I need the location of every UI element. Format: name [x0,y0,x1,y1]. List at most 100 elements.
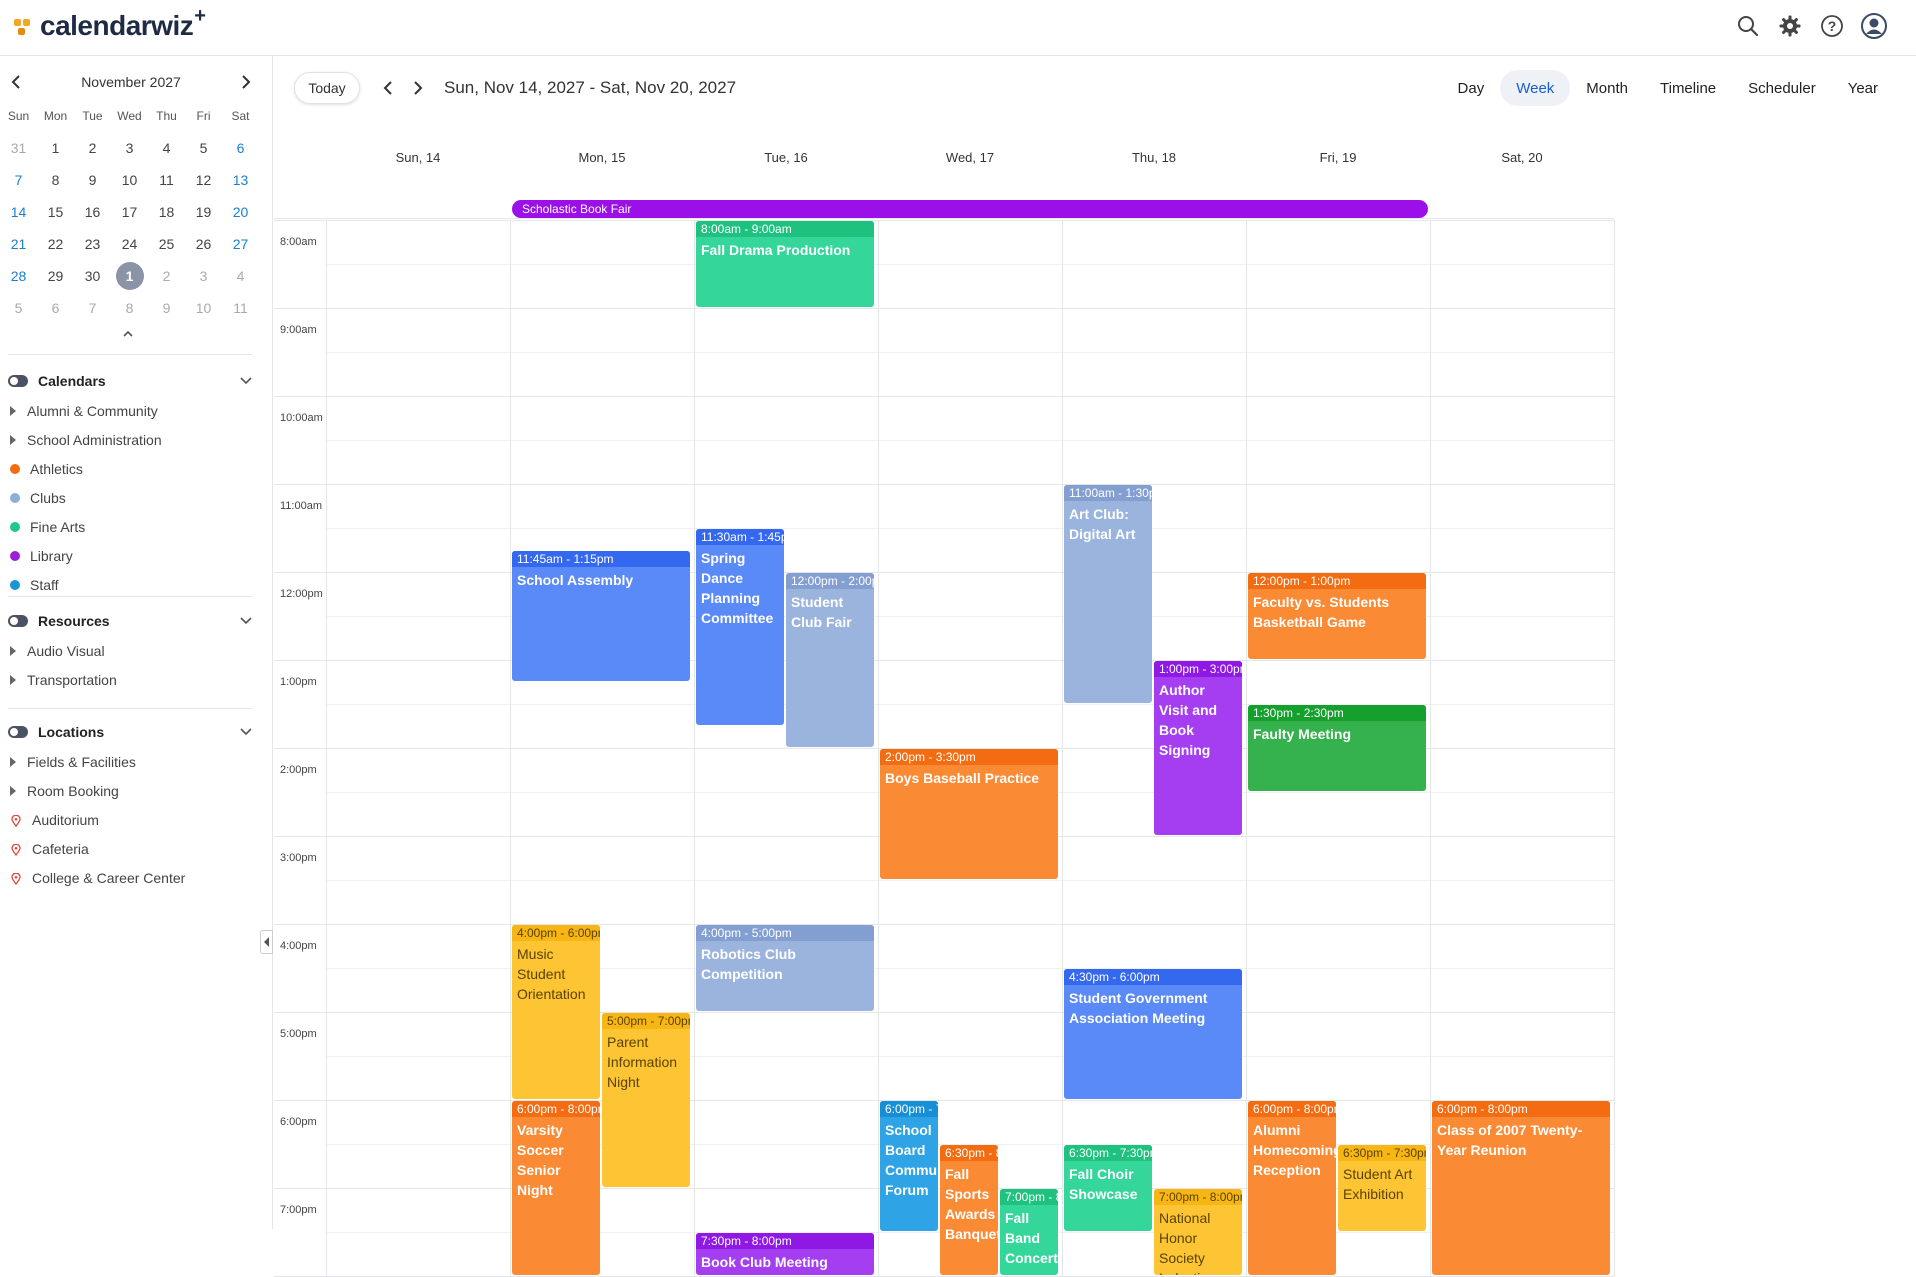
mini-day[interactable]: 22 [37,230,74,258]
sidebar-collapse-icon[interactable] [260,930,273,954]
sidebar-item-athletics[interactable]: Athletics [0,454,262,483]
mini-day[interactable]: 11 [222,294,259,322]
mini-day[interactable]: 13 [222,166,259,194]
mini-day[interactable]: 8 [37,166,74,194]
calendar-event[interactable]: 4:00pm - 6:00pm Music Student Orientation [512,925,600,1099]
day-header[interactable]: Fri, 19 [1246,148,1430,168]
day-header[interactable]: Thu, 18 [1062,148,1246,168]
mini-day[interactable]: 11 [148,166,185,194]
sidebar-item-audio-visual[interactable]: Audio Visual [0,636,262,665]
today-button[interactable]: Today [294,72,360,104]
chevron-down-icon[interactable] [236,611,256,631]
expand-triangle-icon[interactable] [10,756,16,767]
sidebar-item-school-administration[interactable]: School Administration [0,425,262,454]
all-day-event[interactable]: Scholastic Book Fair [512,200,1428,218]
day-header[interactable]: Wed, 17 [878,148,1062,168]
expand-triangle-icon[interactable] [10,674,16,685]
mini-day[interactable]: 9 [148,294,185,322]
mini-day[interactable]: 20 [222,198,259,226]
expand-triangle-icon[interactable] [10,645,16,656]
sidebar-item-cafeteria[interactable]: Cafeteria [0,834,262,863]
day-header[interactable]: Sat, 20 [1430,148,1614,168]
mini-day[interactable]: 3 [185,262,222,290]
calendar-event[interactable]: 6:00pm - 8:00pm Alumni Homecoming Recepti… [1248,1101,1336,1275]
calendar-event[interactable]: 12:00pm - 1:00pm Faculty vs. Students Bas… [1248,573,1426,659]
mini-day[interactable]: 9 [74,166,111,194]
locations-header[interactable]: Locations [0,717,262,747]
calendar-event[interactable]: 4:00pm - 5:00pm Robotics Club Competition [696,925,874,1011]
calendar-event[interactable]: 6:00pm - 8:00pm Class of 2007 Twenty-Year… [1432,1101,1610,1275]
calendar-event[interactable]: 6:30pm - 7:30pm Fall Choir Showcase [1064,1145,1152,1231]
sidebar-item-fields-facilities[interactable]: Fields & Facilities [0,747,262,776]
calendars-toggle[interactable] [8,375,28,387]
chevron-down-icon[interactable] [236,722,256,742]
calendar-event[interactable]: 11:30am - 1:45pm Spring Dance Planning Co… [696,529,784,725]
mini-day[interactable]: 4 [148,134,185,162]
mini-day[interactable]: 10 [185,294,222,322]
locations-toggle[interactable] [8,726,28,738]
calendar-event[interactable]: 6:30pm - 8:00pm Fall Sports Awards Banque… [940,1145,998,1275]
mini-day[interactable]: 21 [0,230,37,258]
mini-day[interactable]: 6 [222,134,259,162]
view-scheduler-button[interactable]: Scheduler [1732,70,1832,106]
mini-day[interactable]: 2 [148,262,185,290]
calendar-event[interactable]: 6:00pm - 8:00pm Varsity Soccer Senior Nig… [512,1101,600,1275]
mini-day[interactable]: 28 [0,262,37,290]
mini-day[interactable]: 27 [222,230,259,258]
mini-day[interactable]: 26 [185,230,222,258]
mini-day[interactable]: 1 [37,134,74,162]
sidebar-item-clubs[interactable]: Clubs [0,483,262,512]
mini-day[interactable]: 7 [0,166,37,194]
mini-day[interactable]: 23 [74,230,111,258]
mini-day[interactable]: 30 [74,262,111,290]
mini-day[interactable]: 19 [185,198,222,226]
mini-day[interactable]: 16 [74,198,111,226]
calendar-event[interactable]: 6:30pm - 7:30pm Student Art Exhibition [1338,1145,1426,1231]
resources-header[interactable]: Resources [0,606,262,636]
mini-day[interactable]: 4 [222,262,259,290]
search-icon[interactable] [1734,12,1762,40]
calendar-event[interactable]: 5:00pm - 7:00pm Parent Information Night [602,1013,690,1187]
mini-day[interactable]: 14 [0,198,37,226]
user-account-icon[interactable] [1860,12,1888,40]
day-header[interactable]: Sun, 14 [326,148,510,168]
mini-day[interactable]: 5 [0,294,37,322]
calendar-event[interactable]: 7:00pm - 8:00pm National Honor Society In… [1154,1189,1242,1275]
mini-day[interactable]: 15 [37,198,74,226]
view-week-button[interactable]: Week [1500,70,1571,106]
day-header[interactable]: Tue, 16 [694,148,878,168]
resources-toggle[interactable] [8,615,28,627]
collapse-mini-calendar-icon[interactable] [120,326,136,342]
mini-day[interactable]: 24 [111,230,148,258]
sidebar-item-library[interactable]: Library [0,541,262,570]
calendar-event[interactable]: 1:30pm - 2:30pm Faulty Meeting [1248,705,1426,791]
view-year-button[interactable]: Year [1832,70,1894,106]
day-header[interactable]: Mon, 15 [510,148,694,168]
expand-triangle-icon[interactable] [10,405,16,416]
calendar-event[interactable]: 2:00pm - 3:30pm Boys Baseball Practice [880,749,1058,879]
gear-icon[interactable] [1776,12,1804,40]
mini-next-month-icon[interactable] [234,70,258,94]
calendar-event[interactable]: 11:00am - 1:30pm Art Club: Digital Art [1064,485,1152,703]
mini-day[interactable]: 10 [111,166,148,194]
calendar-event[interactable]: 6:00pm - 7:30pm School Board Community Fo… [880,1101,938,1231]
next-week-icon[interactable] [406,76,430,100]
expand-triangle-icon[interactable] [10,785,16,796]
sidebar-item-room-booking[interactable]: Room Booking [0,776,262,805]
calendar-event[interactable]: 1:00pm - 3:00pm Author Visit and Book Sig… [1154,661,1242,835]
sidebar-item-fine-arts[interactable]: Fine Arts [0,512,262,541]
mini-day[interactable]: 25 [148,230,185,258]
mini-day[interactable]: 2 [74,134,111,162]
sidebar-item-alumni-community[interactable]: Alumni & Community [0,396,262,425]
prev-week-icon[interactable] [376,76,400,100]
mini-day[interactable]: 3 [111,134,148,162]
view-day-button[interactable]: Day [1442,70,1501,106]
sidebar-item-transportation[interactable]: Transportation [0,665,262,694]
mini-day[interactable]: 8 [111,294,148,322]
mini-day[interactable]: 18 [148,198,185,226]
view-timeline-button[interactable]: Timeline [1644,70,1732,106]
calendar-event[interactable]: 8:00am - 9:00am Fall Drama Production [696,221,874,307]
calendar-event[interactable]: 4:30pm - 6:00pm Student Government Associ… [1064,969,1242,1099]
mini-day[interactable]: 31 [0,134,37,162]
mini-day[interactable]: 5 [185,134,222,162]
